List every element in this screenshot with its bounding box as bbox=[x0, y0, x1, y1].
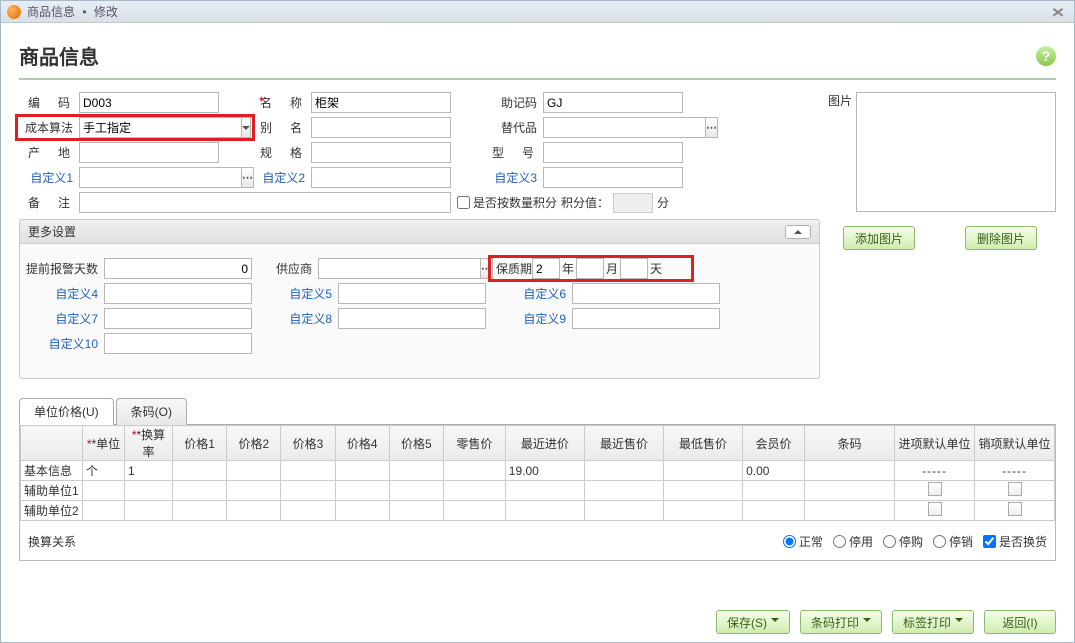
label-cf2[interactable]: 自定义2 bbox=[251, 169, 311, 186]
model-input[interactable] bbox=[543, 142, 683, 163]
label-cf9[interactable]: 自定义9 bbox=[492, 310, 572, 327]
label-spec: 规 格 bbox=[251, 144, 311, 161]
label-cf7[interactable]: 自定义7 bbox=[24, 310, 104, 327]
cf8-input[interactable] bbox=[338, 308, 486, 329]
delete-image-button[interactable]: 删除图片 bbox=[965, 226, 1037, 250]
label-alias: 别 名 bbox=[251, 119, 311, 136]
label-cf10[interactable]: 自定义10 bbox=[24, 335, 104, 352]
ellipsis-icon[interactable] bbox=[705, 117, 718, 138]
out-default-checkbox[interactable] bbox=[1008, 502, 1022, 516]
tab-barcode[interactable]: 条码(O) bbox=[116, 398, 187, 425]
chevron-down-icon[interactable] bbox=[241, 117, 251, 138]
out-default-checkbox[interactable] bbox=[1008, 482, 1022, 496]
label-cf1[interactable]: 自定义1 bbox=[19, 169, 79, 186]
points-unit: 分 bbox=[657, 194, 669, 211]
supplier-input[interactable] bbox=[318, 258, 480, 279]
more-title: 更多设置 bbox=[28, 223, 76, 240]
label-shelf: 保质期 bbox=[496, 260, 532, 277]
app-icon bbox=[7, 5, 21, 19]
image-box bbox=[856, 92, 1056, 212]
cf10-input[interactable] bbox=[104, 333, 252, 354]
points-value bbox=[613, 193, 653, 213]
label-cf8[interactable]: 自定义8 bbox=[258, 310, 338, 327]
cf2-input[interactable] bbox=[311, 167, 451, 188]
cf1-input[interactable] bbox=[79, 167, 241, 188]
label-model: 型 号 bbox=[483, 144, 543, 161]
prealarm-input[interactable] bbox=[104, 258, 252, 279]
back-button[interactable]: 返回(I) bbox=[984, 610, 1056, 634]
cost-input[interactable] bbox=[79, 117, 241, 138]
in-default-checkbox[interactable] bbox=[928, 502, 942, 516]
save-button[interactable]: 保存(S) bbox=[716, 610, 790, 634]
label-prealarm: 提前报警天数 bbox=[24, 260, 104, 277]
label-image: 图片 bbox=[824, 92, 852, 212]
convert-label: 换算关系 bbox=[28, 533, 76, 550]
grid-row-aux1[interactable]: 辅助单位1 bbox=[21, 481, 1055, 501]
price-grid: *单位 *换算率 价格1价格2价格3价格4价格5 零售价最近进价最近售价最低售价… bbox=[19, 425, 1056, 561]
label-mnemonic: 助记码 bbox=[483, 94, 543, 111]
close-icon[interactable]: ✕ bbox=[1045, 5, 1071, 19]
remark-input[interactable] bbox=[79, 192, 451, 213]
grid-row-base[interactable]: 基本信息个1 19.000.00 ---------- bbox=[21, 461, 1055, 481]
exchange-checkbox[interactable]: 是否换货 bbox=[983, 533, 1047, 550]
more-settings-panel: 更多设置 提前报警天数 供应商 保质期 年 月 天 bbox=[19, 219, 820, 379]
alias-input[interactable] bbox=[311, 117, 451, 138]
cf9-input[interactable] bbox=[572, 308, 720, 329]
label-cost: 成本算法 bbox=[19, 119, 79, 136]
substitute-combo[interactable] bbox=[543, 117, 683, 138]
shelf-day-input[interactable] bbox=[620, 258, 648, 279]
label-cf6[interactable]: 自定义6 bbox=[492, 285, 572, 302]
points-value-label: 积分值： bbox=[561, 194, 609, 211]
cf4-input[interactable] bbox=[104, 283, 252, 304]
title-text: 商品信息 • 修改 bbox=[27, 3, 118, 20]
label-cf4[interactable]: 自定义4 bbox=[24, 285, 104, 302]
status-normal[interactable]: 正常 bbox=[783, 533, 823, 550]
grid-row-aux2[interactable]: 辅助单位2 bbox=[21, 501, 1055, 521]
label-supplier: 供应商 bbox=[258, 260, 318, 277]
shelf-year-input[interactable] bbox=[532, 258, 560, 279]
help-icon[interactable]: ? bbox=[1036, 46, 1056, 66]
label-origin: 产 地 bbox=[19, 144, 79, 161]
in-default-checkbox[interactable] bbox=[928, 482, 942, 496]
status-stopsell[interactable]: 停销 bbox=[933, 533, 973, 550]
page-title: 商品信息 bbox=[19, 41, 99, 70]
origin-input[interactable] bbox=[79, 142, 219, 163]
collapse-icon[interactable] bbox=[785, 225, 811, 239]
cf7-input[interactable] bbox=[104, 308, 252, 329]
grid-header-row: *单位 *换算率 价格1价格2价格3价格4价格5 零售价最近进价最近售价最低售价… bbox=[21, 426, 1055, 461]
shelf-month-input[interactable] bbox=[576, 258, 604, 279]
label-cf3[interactable]: 自定义3 bbox=[483, 169, 543, 186]
spec-input[interactable] bbox=[311, 142, 451, 163]
label-name: 名 称 bbox=[251, 94, 311, 111]
label-cf5[interactable]: 自定义5 bbox=[258, 285, 338, 302]
titlebar: 商品信息 • 修改 ✕ bbox=[1, 1, 1074, 23]
label-remark: 备 注 bbox=[19, 194, 79, 211]
cf6-input[interactable] bbox=[572, 283, 720, 304]
barcode-print-button[interactable]: 条码打印 bbox=[800, 610, 882, 634]
label-print-button[interactable]: 标签打印 bbox=[892, 610, 974, 634]
cost-combo[interactable] bbox=[79, 117, 219, 138]
code-input[interactable] bbox=[79, 92, 219, 113]
name-input[interactable] bbox=[311, 92, 451, 113]
points-checkbox[interactable]: 是否按数量积分 bbox=[457, 194, 557, 211]
add-image-button[interactable]: 添加图片 bbox=[843, 226, 915, 250]
substitute-input[interactable] bbox=[543, 117, 705, 138]
status-stopbuy[interactable]: 停购 bbox=[883, 533, 923, 550]
tab-unit-price[interactable]: 单位价格(U) bbox=[19, 398, 114, 425]
label-substitute: 替代品 bbox=[483, 119, 543, 136]
status-disable[interactable]: 停用 bbox=[833, 533, 873, 550]
label-code: 编 码 bbox=[19, 94, 79, 111]
mnemonic-input[interactable] bbox=[543, 92, 683, 113]
cf3-input[interactable] bbox=[543, 167, 683, 188]
cf5-input[interactable] bbox=[338, 283, 486, 304]
supplier-combo[interactable] bbox=[318, 258, 472, 279]
cf1-combo[interactable] bbox=[79, 167, 219, 188]
